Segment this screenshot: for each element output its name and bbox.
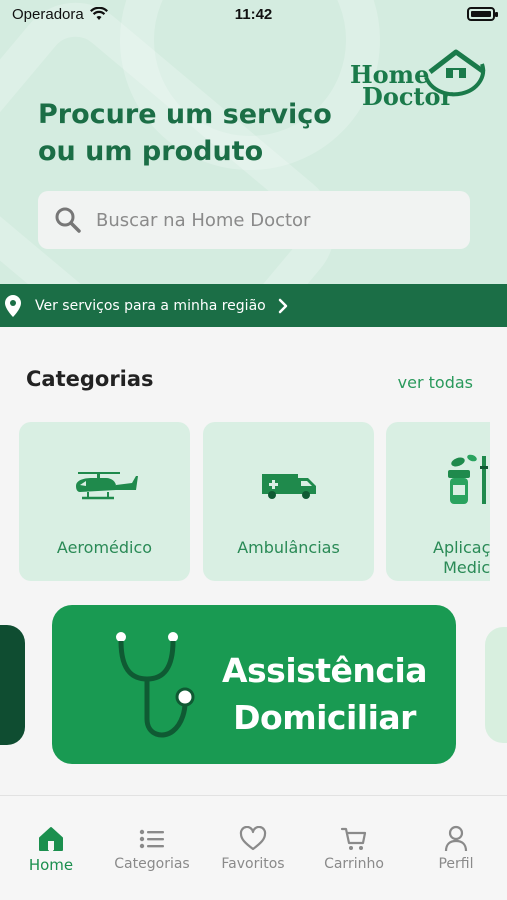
logo-line2: Doctor bbox=[362, 82, 454, 111]
search-icon bbox=[55, 207, 81, 233]
nav-perfil[interactable]: Perfil bbox=[406, 824, 506, 872]
nav-label: Home bbox=[28, 856, 74, 874]
hero-header: Operadora 11:42 Home Doctor Procure um s… bbox=[0, 0, 507, 284]
home-icon bbox=[39, 827, 63, 851]
chevron-right-icon bbox=[278, 298, 287, 313]
battery-icon bbox=[467, 7, 498, 21]
user-icon bbox=[444, 825, 468, 852]
medication-icon bbox=[447, 454, 488, 504]
categories-heading: Categorias bbox=[26, 367, 154, 391]
nav-carrinho[interactable]: Carrinho bbox=[304, 824, 404, 872]
next-banner[interactable] bbox=[485, 627, 507, 743]
category-card-aplicacao-medica[interactable]: Aplicação Medica bbox=[386, 422, 490, 581]
region-label: Ver serviços para a minha região bbox=[35, 297, 266, 314]
see-all-link[interactable]: ver todas bbox=[398, 373, 473, 392]
nav-categorias[interactable]: Categorias bbox=[102, 824, 202, 872]
category-label: Ambulâncias bbox=[237, 538, 340, 557]
list-icon bbox=[139, 829, 164, 849]
helicopter-icon bbox=[75, 472, 138, 500]
stethoscope-icon bbox=[116, 632, 195, 738]
category-label: Aeromédico bbox=[56, 538, 153, 557]
home-doctor-logo: Home Doctor bbox=[350, 44, 490, 110]
bottom-navigation: Home Categorias Favoritos Carrinho Perfi… bbox=[0, 795, 507, 900]
nav-label: Categorias bbox=[114, 856, 190, 872]
category-card-ambulancias[interactable]: Ambulâncias bbox=[203, 422, 374, 581]
promo-carousel[interactable]: Assistência Domiciliar bbox=[0, 605, 507, 765]
page-title: Procure um serviço ou um produto bbox=[38, 99, 332, 167]
nav-favoritos[interactable]: Favoritos bbox=[203, 824, 303, 872]
logo-wordmark: Home Doctor bbox=[350, 63, 454, 111]
category-label: Aplicação Medica bbox=[433, 538, 490, 577]
carrier-info: Operadora bbox=[12, 6, 108, 23]
nav-label: Perfil bbox=[438, 856, 474, 872]
wifi-icon bbox=[89, 7, 108, 20]
nav-home[interactable]: Home bbox=[1, 824, 101, 874]
search-input[interactable] bbox=[96, 209, 436, 231]
region-banner[interactable]: Ver serviços para a minha região bbox=[0, 284, 507, 327]
location-pin-icon bbox=[5, 294, 21, 317]
banner-title: Assistência Domiciliar bbox=[222, 651, 428, 737]
previous-banner[interactable] bbox=[0, 625, 25, 745]
cart-icon bbox=[340, 827, 367, 850]
heart-icon bbox=[239, 826, 267, 851]
ambulance-icon bbox=[261, 474, 316, 499]
carrier-label: Operadora bbox=[12, 5, 84, 23]
search-bar[interactable] bbox=[38, 191, 470, 249]
assistencia-domiciliar-banner[interactable]: Assistência Domiciliar bbox=[52, 605, 456, 764]
nav-label: Carrinho bbox=[324, 856, 384, 872]
category-card-aeromedico[interactable]: Aeromédico bbox=[19, 422, 190, 581]
nav-label: Favoritos bbox=[221, 856, 285, 872]
status-bar: Operadora 11:42 bbox=[0, 0, 507, 28]
categories-carousel[interactable]: Aeromédico Ambulâncias Aplicaç Medic bbox=[0, 422, 490, 582]
